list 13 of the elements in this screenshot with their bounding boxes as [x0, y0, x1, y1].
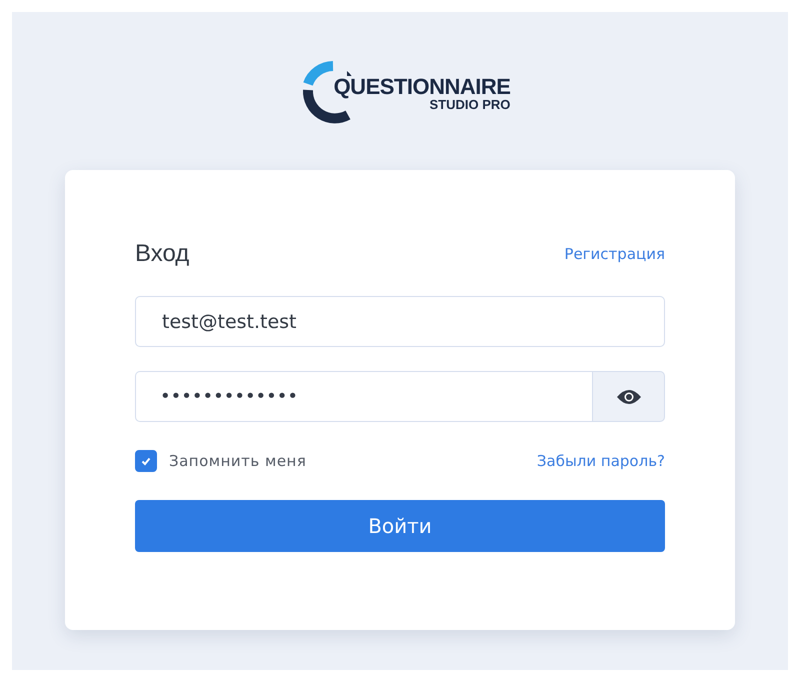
show-password-button[interactable] [592, 371, 665, 422]
email-field[interactable]: test@test.test [135, 296, 665, 347]
password-field[interactable]: ••••••••••••• [135, 371, 592, 422]
eye-icon [616, 388, 642, 404]
forgot-password-link[interactable]: Забыли пароль? [536, 452, 665, 470]
register-link[interactable]: Регистрация [564, 245, 665, 263]
logo-title: QUESTIONNAIRE [332, 76, 510, 98]
login-heading: Вход [135, 240, 190, 268]
login-button[interactable]: Войти [135, 500, 665, 552]
remember-label: Запомнить меня [169, 452, 306, 470]
remember-checkbox[interactable] [135, 450, 157, 472]
checkmark-icon [140, 455, 152, 467]
logo-subtitle: STUDIO PRO [430, 98, 510, 110]
